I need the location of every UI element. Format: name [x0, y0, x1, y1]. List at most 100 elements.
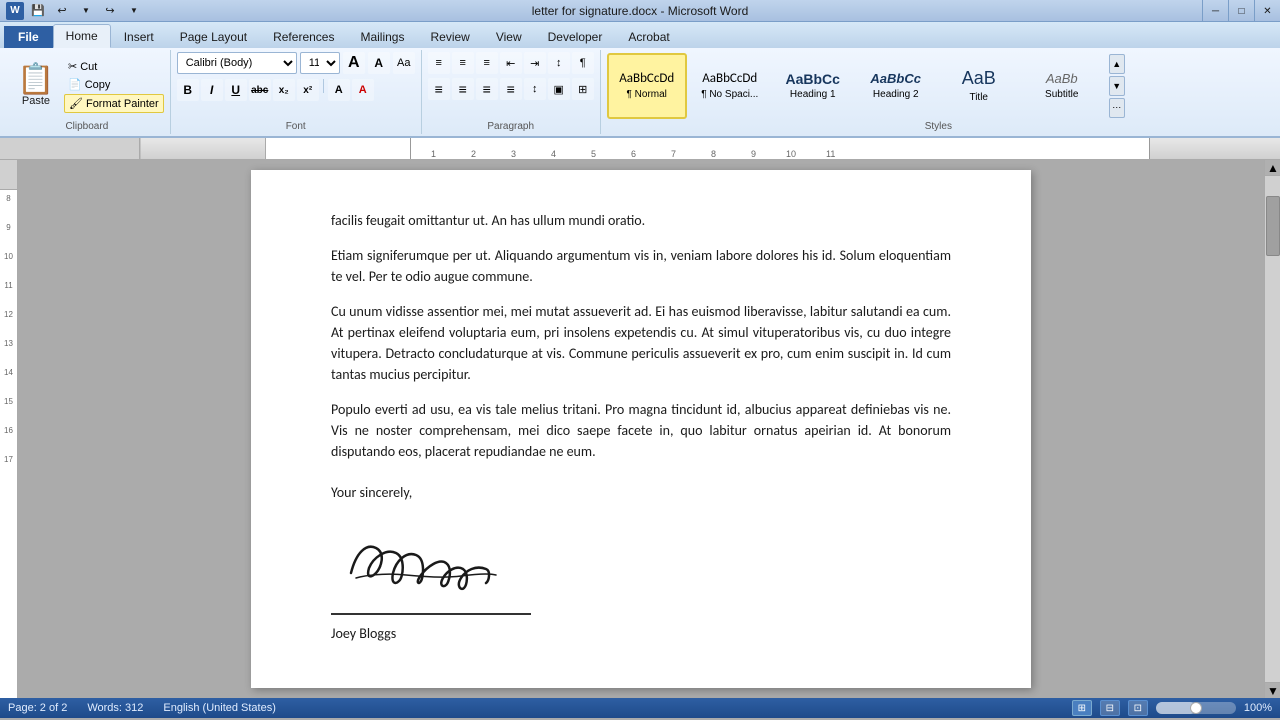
vertical-scrollbar[interactable]: ▲ ▼: [1264, 160, 1280, 698]
style-heading2-label: Heading 2: [873, 89, 919, 100]
doc-paragraph-2: Etiam signiferumque per ut. Aliquando ar…: [331, 245, 951, 287]
view-web[interactable]: ⊡: [1128, 700, 1148, 716]
text-highlight-button[interactable]: A: [328, 79, 350, 101]
align-left-button[interactable]: ≡: [428, 78, 450, 100]
style-title[interactable]: AaB Title: [939, 53, 1019, 119]
title-bar: W 💾 ↩ ▼ ↪ ▼ letter for signature.docx - …: [0, 0, 1280, 22]
tab-home[interactable]: Home: [53, 24, 111, 48]
tab-references[interactable]: References: [260, 25, 347, 48]
font-selector[interactable]: Calibri (Body): [177, 52, 297, 74]
italic-button[interactable]: I: [201, 79, 223, 101]
styles-gallery: AaBbCcDd ¶ Normal AaBbCcDd ¶ No Spaci...…: [607, 52, 1125, 119]
tab-insert[interactable]: Insert: [111, 25, 167, 48]
subscript-button[interactable]: x₂: [273, 79, 295, 101]
style-subtitle-preview: AaBb: [1046, 71, 1078, 87]
style-heading1-preview: AaBbCc: [785, 71, 839, 88]
doc-paragraph-1: facilis feugait omittantur ut. An has ul…: [331, 210, 951, 231]
group-divider-1: [323, 79, 324, 93]
main-layout: 8 9 10 11 12 13 14 15 16 17 facilis feug…: [0, 160, 1280, 698]
strikethrough-button[interactable]: abc: [249, 79, 271, 101]
style-heading1[interactable]: AaBbCc Heading 1: [773, 53, 853, 119]
copy-icon: 📄: [68, 78, 82, 91]
close-button[interactable]: ✕: [1254, 0, 1280, 22]
bullets-button[interactable]: ≡: [428, 52, 450, 74]
style-normal-label: ¶ Normal: [627, 89, 667, 100]
document-area[interactable]: facilis feugait omittantur ut. An has ul…: [18, 160, 1264, 698]
clipboard-label: Clipboard: [65, 119, 108, 132]
maximize-button[interactable]: □: [1228, 0, 1254, 22]
doc-paragraph-4: Populo everti ad usu, ea vis tale melius…: [331, 399, 951, 462]
quick-undo[interactable]: ↩: [52, 2, 72, 20]
style-title-preview: AaB: [962, 68, 996, 90]
view-print-layout[interactable]: ⊞: [1072, 700, 1092, 716]
align-center-button[interactable]: ≡: [452, 78, 474, 100]
quick-customize[interactable]: ▼: [124, 2, 144, 20]
tab-acrobat[interactable]: Acrobat: [615, 25, 682, 48]
cut-button[interactable]: ✂ Cut: [64, 58, 164, 75]
ribbon: 📋 Paste ✂ Cut 📄 Copy 🖌 Format Painter Cl…: [0, 48, 1280, 138]
status-words: Words: 312: [87, 702, 143, 714]
justify-button[interactable]: ≡: [500, 78, 522, 100]
copy-label: Copy: [85, 79, 111, 91]
sort-button[interactable]: ↕: [548, 52, 570, 74]
quick-undo-dropdown[interactable]: ▼: [76, 2, 96, 20]
doc-closing: Your sincerely,: [331, 482, 951, 503]
styles-scroll-up[interactable]: ▲ ▼ ⋯: [1109, 54, 1125, 118]
copy-button[interactable]: 📄 Copy: [64, 76, 164, 93]
format-painter-button[interactable]: 🖌 Format Painter: [64, 94, 164, 113]
status-language: English (United States): [163, 702, 276, 714]
word-icon: W: [6, 2, 24, 20]
style-subtitle[interactable]: AaBb Subtitle: [1022, 53, 1102, 119]
bold-button[interactable]: B: [177, 79, 199, 101]
paragraph-label: Paragraph: [487, 119, 534, 132]
underline-button[interactable]: U: [225, 79, 247, 101]
superscript-button[interactable]: x²: [297, 79, 319, 101]
increase-indent-button[interactable]: ⇥: [524, 52, 546, 74]
ribbon-tabs: File Home Insert Page Layout References …: [0, 22, 1280, 48]
signature-image: [331, 523, 951, 609]
tab-mailings[interactable]: Mailings: [347, 25, 417, 48]
tab-view[interactable]: View: [483, 25, 535, 48]
borders-button[interactable]: ⊞: [572, 78, 594, 100]
numbering-button[interactable]: ≡: [452, 52, 474, 74]
quick-save[interactable]: 💾: [28, 2, 48, 20]
zoom-slider[interactable]: [1156, 702, 1236, 714]
cut-icon: ✂: [68, 60, 77, 73]
tab-pagelayout[interactable]: Page Layout: [167, 25, 260, 48]
shading-button[interactable]: ▣: [548, 78, 570, 100]
clipboard-group: 📋 Paste ✂ Cut 📄 Copy 🖌 Format Painter Cl…: [4, 50, 171, 134]
font-grow-button[interactable]: A: [343, 52, 365, 74]
signature-line: [331, 613, 531, 615]
font-shrink-button[interactable]: A: [368, 52, 390, 74]
style-title-label: Title: [969, 92, 988, 103]
cut-label: Cut: [80, 61, 97, 73]
align-right-button[interactable]: ≡: [476, 78, 498, 100]
decrease-indent-button[interactable]: ⇤: [500, 52, 522, 74]
minimize-button[interactable]: ─: [1202, 0, 1228, 22]
zoom-level: 100%: [1244, 702, 1272, 714]
font-label: Font: [286, 119, 306, 132]
styles-label: Styles: [925, 119, 952, 132]
paste-icon: 📋: [17, 65, 54, 95]
font-color-button[interactable]: A: [352, 79, 374, 101]
line-spacing-button[interactable]: ↕: [524, 78, 546, 100]
style-normal-preview: AaBbCcDd: [619, 71, 674, 87]
tab-review[interactable]: Review: [417, 25, 482, 48]
doc-paragraph-3: Cu unum vidisse assentior mei, mei mutat…: [331, 301, 951, 385]
format-painter-label: Format Painter: [86, 98, 159, 110]
style-normal[interactable]: AaBbCcDd ¶ Normal: [607, 53, 687, 119]
styles-group: AaBbCcDd ¶ Normal AaBbCcDd ¶ No Spaci...…: [601, 50, 1276, 134]
show-marks-button[interactable]: ¶: [572, 52, 594, 74]
clear-format-button[interactable]: Aa: [393, 52, 415, 74]
tab-developer[interactable]: Developer: [535, 25, 616, 48]
format-painter-icon: 🖌: [69, 97, 83, 110]
font-size-selector[interactable]: 11: [300, 52, 340, 74]
multilevel-button[interactable]: ≡: [476, 52, 498, 74]
style-heading2[interactable]: AaBbCc Heading 2: [856, 53, 936, 119]
style-nospace[interactable]: AaBbCcDd ¶ No Spaci...: [690, 53, 770, 119]
quick-redo[interactable]: ↪: [100, 2, 120, 20]
view-full-screen[interactable]: ⊟: [1100, 700, 1120, 716]
tab-file[interactable]: File: [4, 26, 53, 48]
paste-button[interactable]: 📋 Paste: [10, 55, 62, 117]
signatory-name: Joey Bloggs: [331, 623, 951, 644]
